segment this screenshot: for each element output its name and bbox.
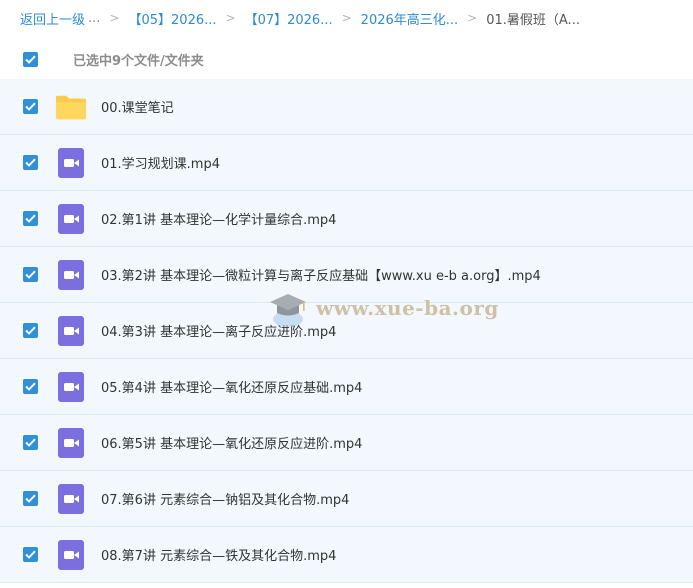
breadcrumb-separator: >	[109, 11, 120, 25]
file-name[interactable]: 01.学习规划课.mp4	[101, 153, 220, 172]
file-name[interactable]: 07.第6讲 元素综合—钠铝及其化合物.mp4	[101, 489, 349, 508]
file-row-video[interactable]: 08.第7讲 元素综合—铁及其化合物.mp4	[0, 527, 693, 583]
video-file-icon	[55, 483, 87, 515]
checkmark-icon	[25, 158, 36, 167]
row-checkbox[interactable]	[23, 323, 38, 338]
file-row-video[interactable]: 01.学习规划课.mp4	[0, 135, 693, 191]
row-checkbox[interactable]	[23, 267, 38, 282]
video-file-icon	[55, 371, 87, 403]
checkmark-icon	[25, 102, 36, 111]
row-checkbox[interactable]	[23, 491, 38, 506]
row-checkbox[interactable]	[23, 211, 38, 226]
breadcrumb-separator: >	[467, 11, 478, 25]
select-all-checkbox[interactable]	[23, 51, 38, 67]
breadcrumb-item[interactable]: 【05】2026...	[128, 9, 216, 28]
file-row-video[interactable]: 05.第4讲 基本理论—氧化还原反应基础.mp4	[0, 359, 693, 415]
file-name[interactable]: 00.课堂笔记	[101, 97, 174, 116]
file-list: 00.课堂笔记 01.学习规划课.mp4 02.第1讲 基本理论—化学计量综合.…	[0, 79, 693, 583]
file-row-video[interactable]: 03.第2讲 基本理论—微粒计算与离子反应基础【www.xu e-b a.org…	[0, 247, 693, 303]
row-checkbox[interactable]	[23, 547, 38, 562]
checkmark-icon	[25, 382, 36, 391]
video-file-icon	[55, 315, 87, 347]
video-file-icon	[55, 203, 87, 235]
checkmark-icon	[25, 270, 36, 279]
breadcrumb: 返回上一级 ... > 【05】2026... > 【07】2026... > …	[0, 0, 693, 36]
file-row-folder[interactable]: 00.课堂笔记	[0, 79, 693, 135]
row-checkbox[interactable]	[23, 99, 38, 114]
file-name[interactable]: 03.第2讲 基本理论—微粒计算与离子反应基础【www.xu e-b a.org…	[101, 265, 541, 284]
file-name[interactable]: 02.第1讲 基本理论—化学计量综合.mp4	[101, 209, 336, 228]
row-checkbox[interactable]	[23, 155, 38, 170]
file-name[interactable]: 04.第3讲 基本理论—离子反应进阶.mp4	[101, 321, 336, 340]
row-checkbox[interactable]	[23, 379, 38, 394]
file-row-video[interactable]: 06.第5讲 基本理论—氧化还原反应进阶.mp4	[0, 415, 693, 471]
checkmark-icon	[25, 494, 36, 503]
breadcrumb-separator: >	[225, 11, 236, 25]
video-file-icon	[55, 539, 87, 571]
checkmark-icon	[25, 438, 36, 447]
file-row-video[interactable]: 04.第3讲 基本理论—离子反应进阶.mp4	[0, 303, 693, 359]
breadcrumb-item[interactable]: 2026年高三化...	[361, 9, 458, 28]
video-file-icon	[55, 259, 87, 291]
checkmark-icon	[25, 326, 36, 335]
row-checkbox[interactable]	[23, 435, 38, 450]
video-file-icon	[55, 427, 87, 459]
file-row-video[interactable]: 02.第1讲 基本理论—化学计量综合.mp4	[0, 191, 693, 247]
breadcrumb-item[interactable]: 【07】2026...	[245, 9, 333, 28]
file-name[interactable]: 06.第5讲 基本理论—氧化还原反应进阶.mp4	[101, 433, 362, 452]
checkmark-icon	[25, 550, 36, 559]
checkmark-icon	[25, 214, 36, 223]
folder-icon	[55, 91, 87, 123]
checkmark-icon	[25, 55, 36, 64]
file-name[interactable]: 08.第7讲 元素综合—铁及其化合物.mp4	[101, 545, 336, 564]
back-link[interactable]: 返回上一级	[20, 9, 85, 28]
selection-count-label: 已选中9个文件/文件夹	[73, 53, 204, 69]
breadcrumb-ellipsis[interactable]: ...	[88, 11, 100, 26]
breadcrumb-separator: >	[341, 11, 352, 25]
video-file-icon	[55, 147, 87, 179]
breadcrumb-current: 01.暑假班（A...	[486, 12, 580, 28]
select-all-row: 已选中9个文件/文件夹	[0, 39, 693, 79]
file-name[interactable]: 05.第4讲 基本理论—氧化还原反应基础.mp4	[101, 377, 362, 396]
file-row-video[interactable]: 07.第6讲 元素综合—钠铝及其化合物.mp4	[0, 471, 693, 527]
